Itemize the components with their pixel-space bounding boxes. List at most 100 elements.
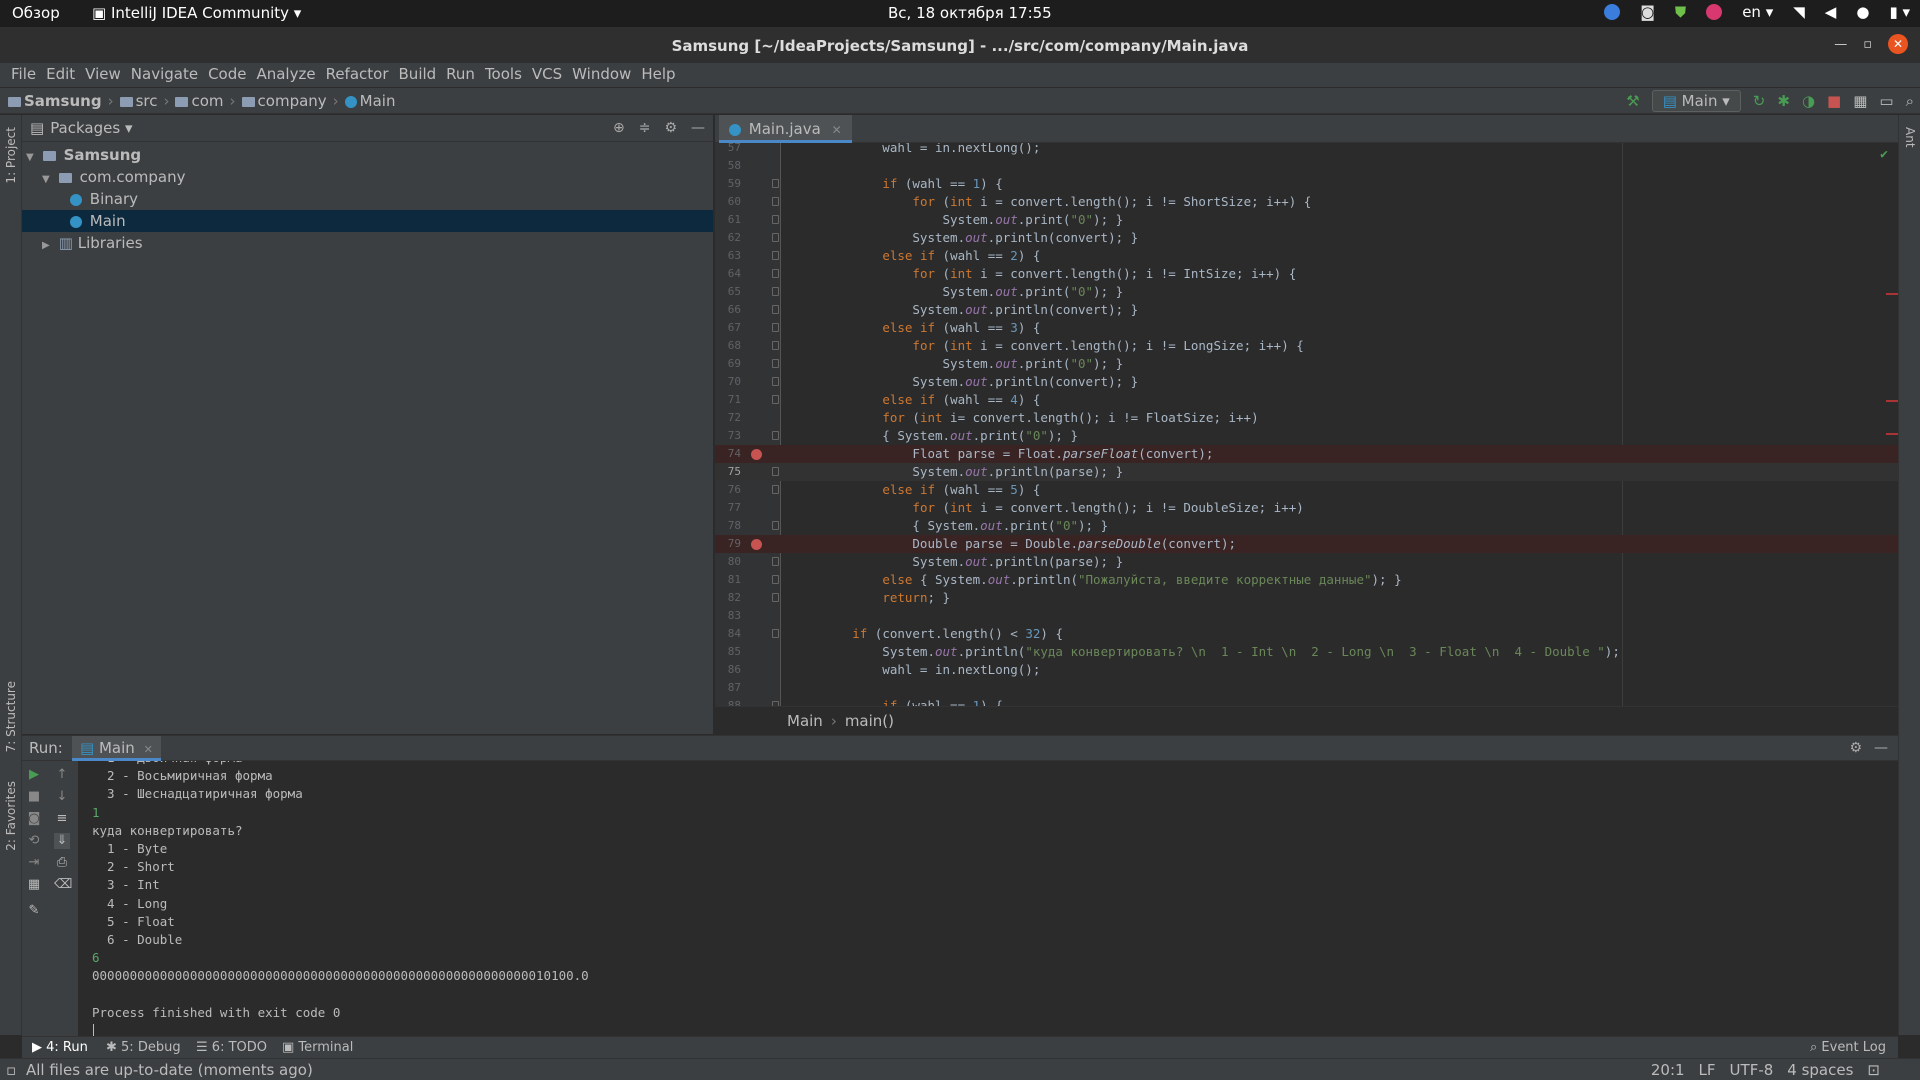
breadcrumb-com[interactable]: com — [175, 92, 224, 110]
code-line[interactable]: 88 if (wahl == 1) { — [715, 697, 1898, 706]
error-stripe-mark[interactable] — [1886, 400, 1898, 402]
menu-run[interactable]: Run — [441, 63, 480, 87]
line-number[interactable]: 62 — [715, 229, 741, 247]
editor-breadcrumb-class[interactable]: Main — [787, 712, 823, 730]
tool-tab-terminal[interactable]: ▣ Terminal — [282, 1040, 353, 1055]
tool-tab-debug[interactable]: ✱ 5: Debug — [106, 1040, 181, 1055]
activities-button[interactable]: Обзор — [12, 4, 60, 22]
minimize-icon[interactable]: — — [1834, 37, 1847, 52]
fold-marker-icon[interactable] — [772, 521, 779, 530]
code-line[interactable]: 82 return; } — [715, 589, 1898, 607]
close-tab-icon[interactable]: ✕ — [144, 743, 153, 756]
fold-marker-icon[interactable] — [772, 287, 779, 296]
layout-icon[interactable]: ▦ — [26, 877, 42, 893]
fold-marker-icon[interactable] — [772, 575, 779, 584]
lock-icon[interactable]: ⊡ — [1867, 1061, 1880, 1079]
line-number[interactable]: 82 — [715, 589, 741, 607]
menu-build[interactable]: Build — [394, 63, 442, 87]
editor-breadcrumb-method[interactable]: main() — [845, 712, 894, 730]
locate-icon[interactable]: ⊕ — [613, 120, 625, 136]
code-line[interactable]: 64 for (int i = convert.length(); i != I… — [715, 265, 1898, 283]
tool-tab-project[interactable]: 1: Project — [4, 127, 18, 184]
fold-marker-icon[interactable] — [772, 467, 779, 476]
fold-marker-icon[interactable] — [772, 377, 779, 386]
discord-tray-icon[interactable]: ◙ — [1640, 3, 1655, 21]
menu-code[interactable]: Code — [203, 63, 251, 87]
code-line[interactable]: 83 — [715, 607, 1898, 625]
status-toggle-icon[interactable]: ▫ — [6, 1061, 16, 1079]
line-number[interactable]: 71 — [715, 391, 741, 409]
code-line[interactable]: 61 System.out.print("0"); } — [715, 211, 1898, 229]
project-structure-icon[interactable]: ▦ — [1853, 92, 1867, 110]
tree-item-main[interactable]: Main — [22, 210, 713, 232]
fold-marker-icon[interactable] — [772, 233, 779, 242]
fold-marker-icon[interactable] — [772, 323, 779, 332]
code-line[interactable]: 65 System.out.print("0"); } — [715, 283, 1898, 301]
project-view-select[interactable]: Packages ▾ — [50, 119, 132, 137]
menu-view[interactable]: View — [80, 63, 126, 87]
build-hammer-icon[interactable]: ⚒ — [1626, 92, 1639, 110]
stop-icon[interactable]: ■ — [1827, 92, 1841, 110]
tool-tab-ant[interactable]: Ant — [1903, 127, 1917, 148]
breakpoint-icon[interactable] — [751, 449, 762, 460]
print-icon[interactable]: ⎙ — [54, 855, 70, 871]
maximize-icon[interactable]: ▫ — [1863, 37, 1872, 52]
fold-marker-icon[interactable] — [772, 251, 779, 260]
down-arrow-icon[interactable]: ↓ — [54, 789, 70, 805]
rerun-play-icon[interactable]: ▶ — [26, 767, 42, 783]
volume-icon[interactable]: ◀ — [1825, 3, 1837, 21]
wifi-icon[interactable]: ◥ — [1793, 3, 1805, 21]
line-number[interactable]: 68 — [715, 337, 741, 355]
code-line[interactable]: 74 Float parse = Float.parseFloat(conver… — [715, 445, 1898, 463]
code-line[interactable]: 67 else if (wahl == 3) { — [715, 319, 1898, 337]
hide-panel-icon[interactable]: — — [691, 120, 705, 136]
editor-tab-main-java[interactable]: Main.java ✕ — [719, 115, 852, 143]
line-number[interactable]: 57 — [715, 143, 741, 157]
fold-marker-icon[interactable] — [772, 557, 779, 566]
fold-marker-icon[interactable] — [772, 305, 779, 314]
file-encoding[interactable]: UTF-8 — [1730, 1061, 1774, 1079]
run-configuration-select[interactable]: ▤ Main ▾ — [1651, 90, 1741, 112]
line-number[interactable]: 65 — [715, 283, 741, 301]
breadcrumb-company[interactable]: company — [241, 92, 327, 110]
code-line[interactable]: 84 if (convert.length() < 32) { — [715, 625, 1898, 643]
tree-item-libraries[interactable]: ▶ ▥ Libraries — [22, 232, 713, 254]
microphone-icon[interactable]: ● — [1856, 3, 1869, 21]
line-number[interactable]: 63 — [715, 247, 741, 265]
fold-marker-icon[interactable] — [772, 269, 779, 278]
code-line[interactable]: 75 System.out.println(parse); } — [715, 463, 1898, 481]
app-menu[interactable]: ▣ IntelliJ IDEA Community ▾ — [92, 4, 301, 22]
menu-tools[interactable]: Tools — [480, 63, 527, 87]
gear-icon[interactable]: ⚙ — [1849, 740, 1862, 756]
line-number[interactable]: 81 — [715, 571, 741, 589]
camera-icon[interactable]: ◙ — [26, 811, 42, 827]
menu-file[interactable]: File — [6, 63, 41, 87]
code-line[interactable]: 71 else if (wahl == 4) { — [715, 391, 1898, 409]
line-number[interactable]: 79 — [715, 535, 741, 553]
code-line[interactable]: 78 { System.out.print("0"); } — [715, 517, 1898, 535]
tree-item-com-company[interactable]: ▼ com.company — [22, 166, 713, 188]
rerun-icon[interactable]: ↻ — [1753, 92, 1766, 110]
code-area[interactable]: ✔ 57 wahl = in.nextLong(); 58 59 if (wahl … — [715, 143, 1898, 706]
status-message[interactable]: All files are up-to-date (moments ago) — [26, 1061, 313, 1079]
collapse-all-icon[interactable]: ≑ — [639, 120, 651, 136]
line-separator[interactable]: LF — [1699, 1061, 1716, 1079]
menu-vcs[interactable]: VCS — [527, 63, 567, 87]
fold-marker-icon[interactable] — [772, 341, 779, 350]
code-line[interactable]: 80 System.out.println(parse); } — [715, 553, 1898, 571]
menu-refactor[interactable]: Refactor — [321, 63, 394, 87]
line-number[interactable]: 66 — [715, 301, 741, 319]
error-stripe-mark[interactable] — [1886, 293, 1898, 295]
soft-wrap-icon[interactable]: ≡ — [54, 811, 70, 827]
tree-item-binary[interactable]: Binary — [22, 188, 713, 210]
line-number[interactable]: 70 — [715, 373, 741, 391]
line-number[interactable]: 86 — [715, 661, 741, 679]
breakpoint-icon[interactable] — [751, 539, 762, 550]
fold-marker-icon[interactable] — [772, 485, 779, 494]
line-number[interactable]: 87 — [715, 679, 741, 697]
chrome-tray-icon[interactable] — [1604, 4, 1621, 20]
breadcrumb-main[interactable]: Main — [344, 92, 395, 110]
fold-marker-icon[interactable] — [772, 197, 779, 206]
line-number[interactable]: 73 — [715, 427, 741, 445]
line-number[interactable]: 75 — [715, 463, 741, 481]
